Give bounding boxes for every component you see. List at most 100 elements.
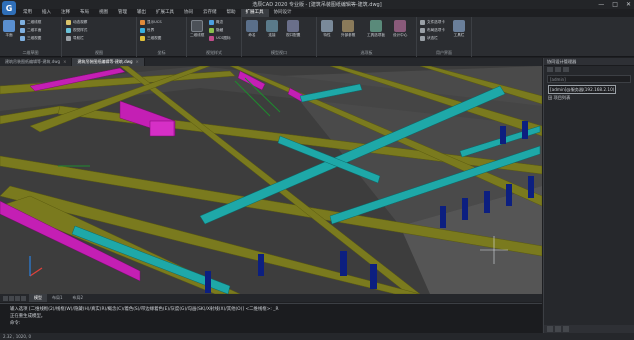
ribbon-small-item[interactable]: 动态观察 (66, 20, 87, 25)
coordinate-readout: 2.32 , 1020, 0 (3, 334, 31, 339)
group-label: 坐标 (157, 50, 166, 55)
panel-search-input[interactable]: [admin] (547, 75, 631, 83)
plane-icon (3, 20, 15, 32)
settings-icon[interactable] (555, 67, 561, 72)
view3d-small-icon (140, 36, 145, 41)
viewport-style-button[interactable]: 二维线框 (190, 20, 204, 38)
title-bar: 浩辰CAD 2020 专业版 - [建筑吊装图纸编辑等-建筑.dwg] — □ … (0, 0, 634, 9)
layout-tab-icon (420, 28, 425, 33)
menu-item[interactable]: 协同 (179, 9, 198, 17)
close-tab-icon[interactable]: × (63, 59, 66, 64)
close-button[interactable]: ✕ (626, 1, 631, 8)
first-arrow-icon[interactable] (3, 295, 8, 301)
ribbon: 平面 二维线框 二维平面 三维视图 二维草图 动态观察 视觉样式 导航栏 视图 … (0, 17, 634, 57)
tool-palette-icon (369, 20, 382, 32)
group-label: 模型视口 (271, 50, 287, 55)
server-node[interactable]: [admin]@服务器(192.168.2.10) (544, 85, 634, 94)
ribbon-small-item[interactable]: 三维视图 (140, 36, 161, 41)
design-center-icon (394, 20, 407, 32)
ribbon-small-item[interactable]: 视觉样式 (66, 28, 87, 33)
layout-tab-2[interactable]: 布局2 (68, 294, 89, 302)
ribbon-group-sketch: 平面 二维线框 二维平面 三维视图 二维草图 (0, 17, 62, 57)
ribbon-group-ui: 文件选项卡 布局选项卡 状态栏 工具栏 用户界面 (417, 17, 472, 57)
ribbon-small-item[interactable]: 文件选项卡 (420, 20, 445, 25)
wireframe-icon (20, 20, 25, 25)
command-input[interactable]: 命令: (10, 320, 532, 327)
group-label: 视图 (95, 50, 103, 55)
menu-item[interactable]: 常用 (18, 9, 37, 17)
refresh-icon[interactable] (547, 67, 553, 72)
menu-item[interactable]: 布局 (75, 9, 94, 17)
viewport-config-button[interactable]: 视口配置 (286, 20, 300, 38)
remove-icon[interactable] (555, 326, 561, 332)
named-viewport-button[interactable]: 命名 (246, 20, 258, 38)
minimize-button[interactable]: — (598, 1, 604, 8)
xref-icon (342, 20, 355, 32)
join-button[interactable]: 连接 (266, 20, 278, 38)
document-tab[interactable]: 建筑吊装图纸编辑等-建筑.dwg × (0, 58, 73, 66)
menu-item[interactable]: 管理 (113, 9, 132, 17)
collab-manager-panel: 协同设计管理器 [admin] [admin]@服务器(192.168.2.10… (543, 58, 634, 333)
design-center-button[interactable]: 设计中心 (393, 20, 407, 38)
menu-bar: 常用 插入 注释 布局 视图 管理 输出 扩展工具 协同 云存储 帮助 扩展工具… (18, 9, 297, 17)
ribbon-small-item[interactable]: 世界 (140, 28, 154, 33)
user-icon[interactable] (563, 67, 569, 72)
next-arrow-icon[interactable] (15, 295, 20, 301)
external-ref-button[interactable]: 外部参照 (341, 20, 355, 38)
plane-button[interactable]: 平面 (3, 20, 15, 38)
tool-palette-button[interactable]: 工具选项板 (367, 20, 385, 38)
layout-tabs: 模型 布局1 布局2 (0, 294, 542, 302)
menu-item[interactable]: 云存储 (198, 9, 222, 17)
menu-item[interactable]: 插入 (37, 9, 56, 17)
properties-button[interactable]: 特性 (321, 20, 333, 38)
group-label: 视觉样式 (206, 50, 222, 55)
ribbon-small-item[interactable]: 三维视图 (20, 36, 41, 41)
menu-item[interactable]: 扩展工具 (151, 9, 179, 17)
ucs-toggle-icon (209, 36, 214, 41)
toolbars-icon (453, 20, 465, 32)
prev-arrow-icon[interactable] (9, 295, 14, 301)
status-bar: 2.32 , 1020, 0 (0, 333, 634, 340)
window-title: 浩辰CAD 2020 专业版 - [建筑吊装图纸编辑等-建筑.dwg] (252, 2, 382, 8)
sync-icon[interactable] (563, 326, 569, 332)
project-list-node[interactable]: 田 项目列表 (544, 94, 634, 101)
layout-tab-model[interactable]: 模型 (29, 294, 47, 302)
ribbon-small-item[interactable]: 二维线框 (20, 20, 41, 25)
menu-item-active[interactable]: 扩展工具 (240, 9, 269, 17)
window-controls: — □ ✕ (598, 1, 631, 8)
command-history-line: 正在重生成模型。 (10, 314, 46, 319)
plane2d-icon (20, 28, 25, 33)
statusbar-icon (420, 36, 425, 41)
maximize-button[interactable]: □ (612, 1, 618, 8)
ribbon-small-item[interactable]: UCS图标 (209, 36, 231, 41)
add-icon[interactable] (547, 326, 553, 332)
ribbon-small-item[interactable]: 状态栏 (420, 36, 438, 41)
menu-item[interactable]: 视图 (94, 9, 113, 17)
menu-item[interactable]: 协同设计 (269, 9, 297, 17)
layout-nav-arrows[interactable] (0, 295, 29, 301)
document-tab-active[interactable]: 建筑吊装图纸编辑等-建筑.dwg × (72, 58, 145, 66)
ribbon-small-item[interactable]: 导航栏 (66, 36, 84, 41)
ribbon-small-item[interactable]: 布局选项卡 (420, 28, 445, 33)
ribbon-group-visual-style: 二维线框 概念 隐藏 UCS图标 视觉样式 (187, 17, 242, 57)
drawing-viewport[interactable] (0, 66, 542, 294)
document-tabs: 建筑吊装图纸编辑等-建筑.dwg × 建筑吊装图纸编辑等-建筑.dwg × (0, 58, 542, 66)
toolbars-button[interactable]: 工具栏 (453, 20, 465, 38)
group-label: 二维草图 (22, 50, 39, 55)
ribbon-small-item[interactable]: 概念 (209, 20, 223, 25)
navbar-icon (66, 36, 71, 41)
command-history-line: 输入选项 [二维线框(2)/线框(W)/隐藏(H)/真实(R)/概念(C)/着色… (10, 307, 279, 312)
app-logo[interactable]: G (2, 1, 16, 15)
ucs-icon (140, 20, 145, 25)
close-tab-icon[interactable]: × (136, 59, 139, 64)
ribbon-small-item[interactable]: 二维平面 (20, 28, 41, 33)
command-window[interactable]: 输入选项 [二维线框(2)/线框(W)/隐藏(H)/真实(R)/概念(C)/着色… (0, 303, 542, 333)
ribbon-small-item[interactable]: 隐藏 (209, 28, 223, 33)
ribbon-small-item[interactable]: 显示UCS (140, 20, 162, 25)
group-label: 用户界面 (436, 50, 452, 55)
menu-item[interactable]: 帮助 (222, 9, 241, 17)
last-arrow-icon[interactable] (21, 295, 26, 301)
layout-tab-1[interactable]: 布局1 (47, 294, 68, 302)
menu-item[interactable]: 注释 (56, 9, 75, 17)
menu-item[interactable]: 输出 (132, 9, 151, 17)
